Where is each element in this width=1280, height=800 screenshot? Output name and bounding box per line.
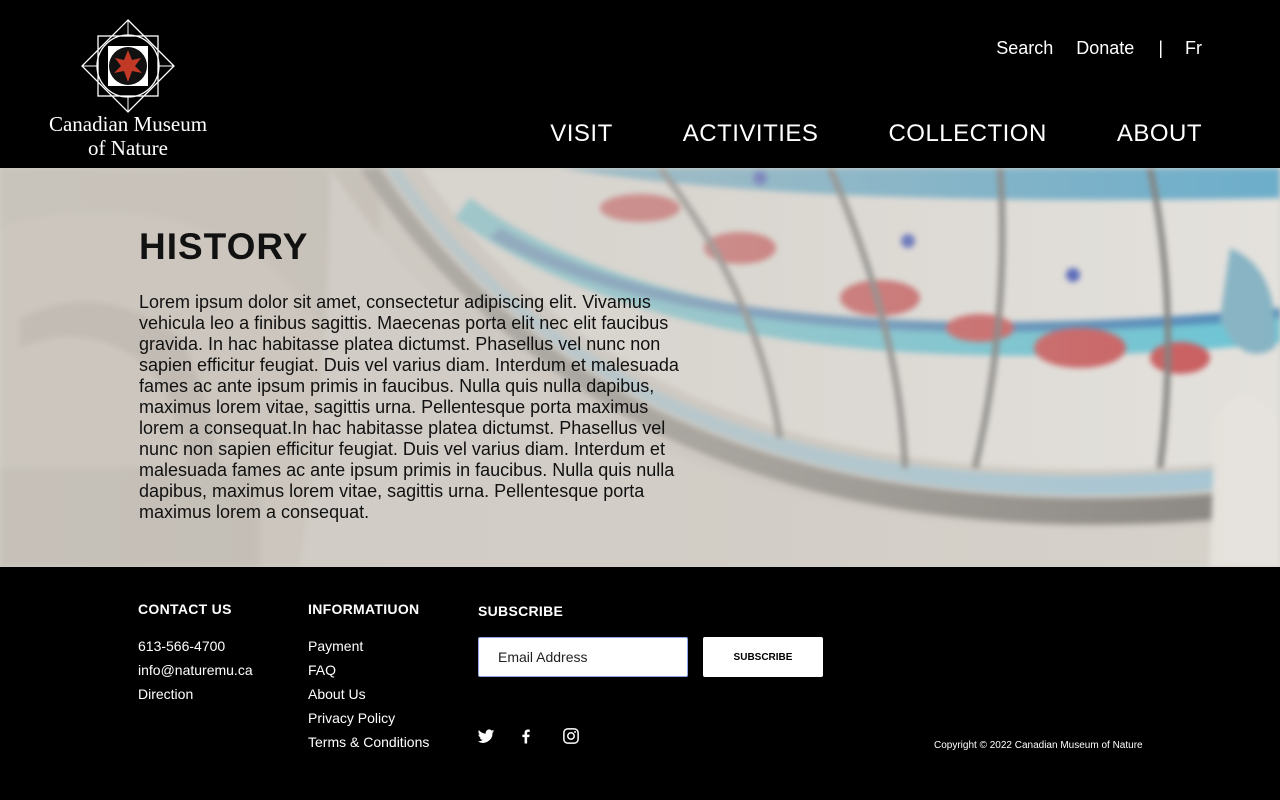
footer-link-about-us[interactable]: About Us [308, 682, 429, 706]
nav-item-visit[interactable]: VISIT [550, 120, 613, 148]
email-field[interactable] [478, 637, 688, 677]
language-toggle[interactable]: Fr [1185, 38, 1202, 59]
contact-phone[interactable]: 613-566-4700 [138, 634, 253, 658]
footer-subscribe: SUBSCRIBE [478, 603, 563, 636]
nav-item-about[interactable]: ABOUT [1117, 120, 1202, 148]
subscribe-heading: SUBSCRIBE [478, 603, 564, 619]
footer-link-privacy-policy[interactable]: Privacy Policy [308, 706, 429, 730]
facebook-icon[interactable] [517, 727, 535, 745]
logo-line-2: of Nature [88, 136, 168, 160]
copyright-text: Copyright © 2022 Canadian Museum of Natu… [934, 740, 1143, 751]
nav-item-activities[interactable]: ACTIVITIES [683, 120, 819, 148]
history-body-text: Lorem ipsum dolor sit amet, consectetur … [139, 292, 679, 522]
history-hero: HISTORY Lorem ipsum dolor sit amet, cons… [0, 168, 1280, 567]
site-footer: CONTACT US 613-566-4700 info@naturemu.ca… [0, 567, 1280, 800]
museum-logo[interactable]: Canadian Museum of Nature [40, 18, 220, 160]
logo-line-1: Canadian Museum [48, 112, 208, 136]
donate-link[interactable]: Donate [1076, 38, 1134, 59]
footer-link-faq[interactable]: FAQ [308, 658, 429, 682]
search-link[interactable]: Search [996, 38, 1053, 59]
contact-direction-link[interactable]: Direction [138, 682, 253, 706]
museum-emblem-icon [81, 19, 175, 113]
utility-separator: | [1158, 38, 1163, 58]
contact-email[interactable]: info@naturemu.ca [138, 658, 253, 682]
nav-item-collection[interactable]: COLLECTION [888, 120, 1046, 148]
footer-link-payment[interactable]: Payment [308, 634, 429, 658]
instagram-icon[interactable] [562, 727, 580, 745]
utility-nav: Search Donate | Fr [996, 38, 1202, 59]
logo-wordmark: Canadian Museum of Nature [40, 112, 216, 160]
information-heading: INFORMATIUON [308, 601, 420, 617]
footer-information: INFORMATIUON Payment FAQ About Us Privac… [308, 601, 429, 754]
site-header: Canadian Museum of Nature Search Donate … [0, 0, 1280, 168]
contact-heading: CONTACT US [138, 601, 232, 617]
main-nav: VISIT ACTIVITIES COLLECTION ABOUT [550, 120, 1202, 148]
footer-contact: CONTACT US 613-566-4700 info@naturemu.ca… [138, 601, 253, 706]
page-title: HISTORY [139, 226, 309, 267]
twitter-icon[interactable] [477, 727, 495, 745]
subscribe-button[interactable]: SUBSCRIBE [703, 637, 823, 677]
footer-link-terms[interactable]: Terms & Conditions [308, 730, 429, 754]
